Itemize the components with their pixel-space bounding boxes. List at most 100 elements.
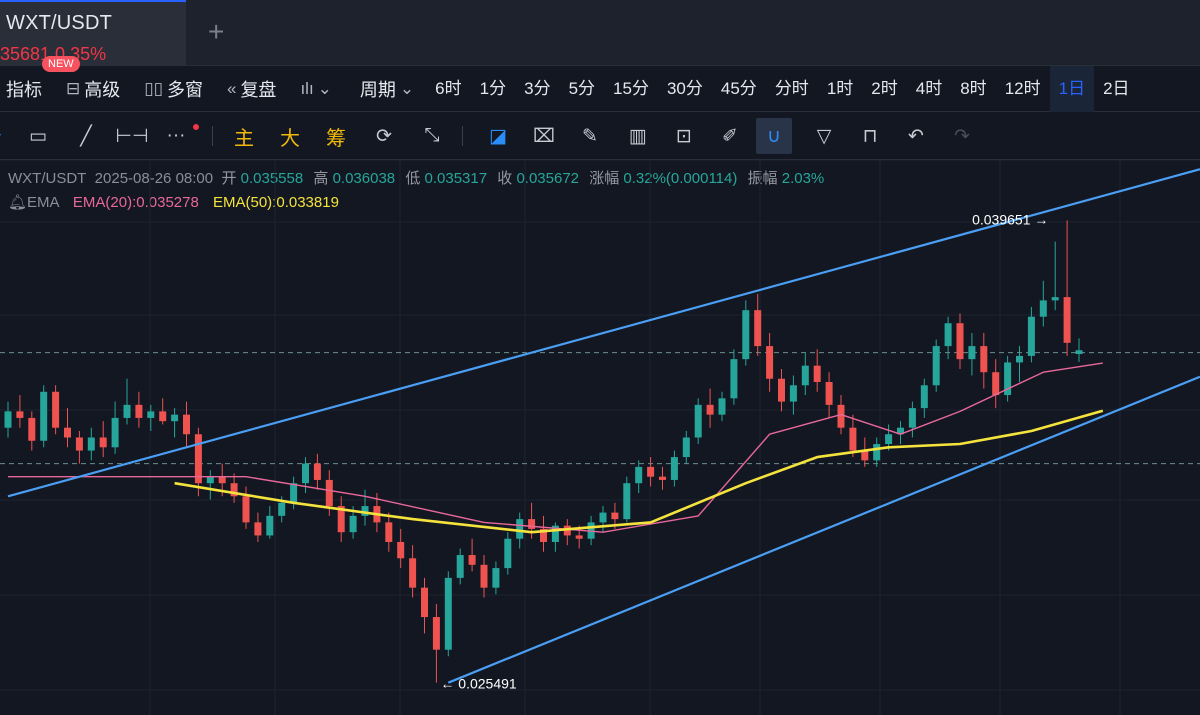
candle-body — [40, 391, 48, 441]
symbol-tab[interactable]: WXT/USDT 35681 0.35% — [0, 0, 186, 66]
candle-body — [313, 463, 321, 480]
candle-body — [623, 483, 631, 520]
chart-grid — [0, 160, 1200, 715]
undo-icon[interactable]: ↶ — [898, 118, 934, 154]
interval-45m[interactable]: 45分 — [712, 66, 766, 112]
candle-body — [75, 437, 83, 451]
candle-body — [825, 382, 833, 405]
candle-body — [385, 522, 393, 542]
candle-body — [980, 346, 988, 373]
brush-icon[interactable]: ✎ — [572, 118, 608, 154]
candle-body — [99, 437, 107, 448]
interval-timeshare[interactable]: 分时 — [766, 66, 818, 112]
multi-label: 多窗 — [166, 79, 203, 100]
candle-body — [932, 346, 940, 386]
interval-5m[interactable]: 5分 — [560, 66, 604, 112]
price-chart[interactable]: 0.039651 → ← 0.025491 — [0, 160, 1200, 715]
more-tools-icon[interactable]: ··· — [158, 118, 194, 154]
candle-body — [171, 414, 179, 422]
low-marker-label: ← 0.025491 — [440, 676, 516, 692]
tab-bar: WXT/USDT 35681 0.35% NEW + — [0, 0, 1200, 72]
filter-icon[interactable]: ▽ — [806, 118, 842, 154]
candle-body — [456, 555, 464, 578]
interval-4h[interactable]: 4时 — [907, 66, 951, 112]
candle-body — [754, 310, 762, 347]
candles-icon: ılı — [300, 78, 314, 98]
candle-body — [432, 617, 440, 650]
candle-body — [159, 411, 167, 422]
period-button[interactable]: 周期 ⌄ — [360, 76, 418, 102]
rectangle-icon[interactable]: ▭ — [20, 118, 56, 154]
interval-1m[interactable]: 1分 — [471, 66, 515, 112]
candle-body — [837, 404, 845, 428]
indicators-button[interactable]: 指标 — [6, 76, 42, 102]
sync-icon[interactable]: ⟳ — [366, 118, 402, 154]
candle-body — [135, 404, 143, 418]
candle-body — [183, 414, 190, 435]
advanced-button[interactable]: ⊟ 高级 — [66, 76, 120, 102]
trend-line-icon[interactable]: ╱ — [68, 118, 104, 154]
candle-body — [421, 587, 428, 618]
candle-body — [409, 558, 417, 588]
interval-8h[interactable]: 8时 — [951, 66, 995, 112]
candle-body — [290, 483, 298, 503]
candle-body — [778, 378, 785, 402]
interval-2d[interactable]: 2日 — [1094, 66, 1138, 112]
interval-2h[interactable]: 2时 — [862, 66, 906, 112]
candle-body — [147, 411, 155, 418]
candle-body — [647, 466, 655, 477]
candle-body — [194, 434, 202, 484]
replay-button[interactable]: « 复盘 — [227, 76, 276, 102]
candle-body — [4, 411, 12, 428]
crosshair-icon[interactable]: + — [0, 118, 14, 154]
new-badge: NEW — [42, 56, 80, 72]
multi-window-button[interactable]: ▯▯ 多窗 — [144, 76, 203, 102]
interval-3m[interactable]: 3分 — [515, 66, 559, 112]
candle-body — [742, 310, 750, 360]
candle-body — [1039, 300, 1047, 317]
candle-body — [682, 437, 690, 458]
chart-type-button[interactable]: ılı ⌄ — [300, 79, 335, 99]
big-order-button[interactable]: 大 — [272, 118, 308, 154]
tab-symbol: WXT/USDT — [6, 12, 113, 34]
candle-body — [1027, 316, 1035, 356]
candle-body — [718, 398, 726, 415]
indicators-label: 指标 — [6, 79, 42, 100]
trash-icon[interactable]: ⊓ — [852, 118, 888, 154]
bookmark-icon[interactable]: ◪ — [480, 118, 516, 154]
edit-icon[interactable]: ✐ — [712, 118, 748, 154]
interval-6h[interactable]: 6时 — [426, 66, 470, 112]
main-indicator-button[interactable]: 主 — [226, 118, 262, 154]
candle-body — [789, 385, 797, 402]
interval-1h[interactable]: 1时 — [818, 66, 862, 112]
magnet-icon[interactable]: ∪ — [756, 118, 792, 154]
horizontal-ray-icon[interactable]: ⊢⊣ — [114, 118, 150, 154]
ema20-line — [8, 362, 1103, 533]
candle-body — [599, 512, 607, 523]
ema-lines — [8, 362, 1104, 534]
interval-30m[interactable]: 30分 — [658, 66, 712, 112]
redo-icon[interactable]: ↷ — [944, 118, 980, 154]
candle-body — [468, 555, 476, 565]
candle-body — [16, 411, 24, 418]
candle-body — [1075, 350, 1083, 354]
candle-body — [504, 538, 512, 569]
candle-body — [813, 365, 821, 382]
ruler-icon[interactable]: ⌧ — [526, 118, 562, 154]
candle-body — [123, 404, 131, 418]
measure-icon[interactable]: ⤡ — [414, 118, 450, 154]
chip-distribution-button[interactable]: 筹 — [318, 118, 354, 154]
candle-body — [87, 437, 95, 451]
interval-12h[interactable]: 12时 — [996, 66, 1050, 112]
chevron-down-icon: ⌄ — [399, 78, 415, 98]
candle-body — [956, 323, 964, 360]
notification-dot — [193, 124, 199, 130]
candles-icon[interactable]: ▥ — [620, 118, 656, 154]
high-marker-label: 0.039651 → — [972, 211, 1048, 227]
lock-icon[interactable]: ⊡ — [666, 118, 702, 154]
candle-body — [111, 417, 119, 448]
add-tab-button[interactable]: + — [208, 18, 224, 46]
interval-1d[interactable]: 1日 — [1049, 65, 1095, 112]
interval-15m[interactable]: 15分 — [604, 66, 658, 112]
candle-body — [480, 564, 488, 588]
